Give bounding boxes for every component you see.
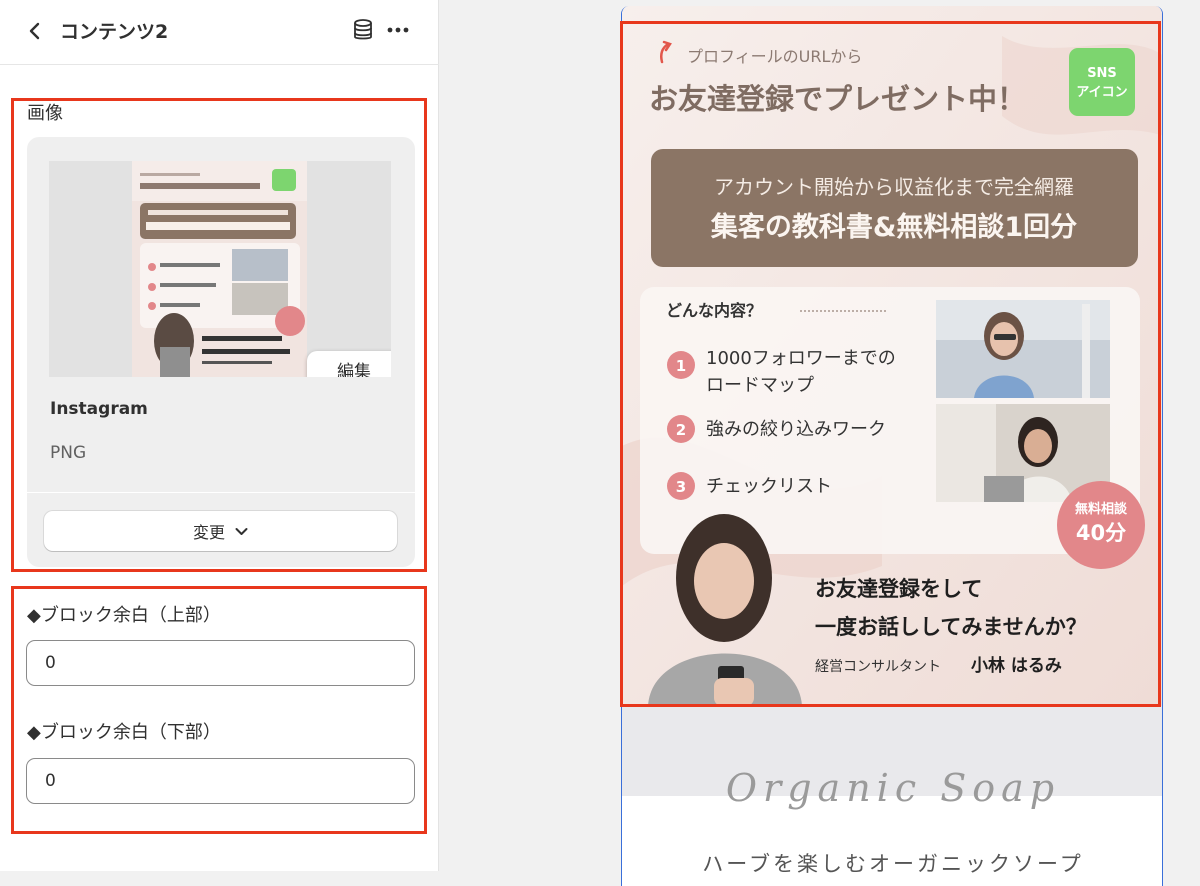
database-button[interactable] (350, 16, 376, 44)
image-file-name: Instagram (50, 399, 148, 419)
cta-line1: お友達登録をして (815, 577, 982, 601)
organic-soap-subtitle: ハーブを楽しむオーガニックソープ (702, 852, 1084, 876)
margin-top-label: ◆ブロック余白（上部） (27, 605, 221, 626)
image-thumbnail[interactable]: 編集 (49, 161, 391, 377)
item-1-number: 1 (676, 357, 686, 375)
edit-image-button[interactable]: 編集 (307, 351, 391, 377)
edit-label: 編集 (337, 361, 371, 378)
more-actions-button[interactable] (384, 16, 412, 44)
organic-soap-title: Organic Soap (725, 766, 1061, 810)
offer-box (651, 149, 1138, 267)
database-icon (354, 19, 372, 40)
chevron-down-icon (235, 527, 248, 535)
sns-line1: SNS (1087, 66, 1117, 81)
margin-top-input[interactable] (26, 640, 415, 686)
margin-bottom-label: ◆ブロック余白（下部） (27, 722, 221, 743)
pencil-icon (390, 351, 391, 369)
banner-headline: お友達登録でプレゼント中！ (649, 82, 1026, 116)
image-file-type: PNG (50, 443, 87, 463)
offer-line2: 集客の教科書&無料相談1回分 (710, 211, 1077, 243)
chevron-left-icon (29, 22, 40, 40)
item-1-line1: 1000フォロワーまでの (706, 348, 896, 369)
banner-subtitle: プロフィールのURLから (687, 47, 862, 66)
back-button[interactable] (22, 18, 48, 44)
item-3-number: 3 (676, 478, 686, 496)
signature-name: 小林 はるみ (971, 655, 1062, 676)
badge-line1: 無料相談 (1075, 501, 1128, 517)
margin-bottom-input[interactable] (26, 758, 415, 804)
block-margin-section: ◆ブロック余白（上部） ◆ブロック余白（下部） (11, 586, 427, 834)
offer-line1: アカウント開始から収益化まで完全網羅 (714, 175, 1074, 199)
item-1-line2: ロードマップ (706, 375, 814, 396)
item-2-number: 2 (676, 421, 686, 439)
ellipsis-icon (387, 27, 409, 33)
badge-line2: 40分 (1076, 521, 1126, 545)
card-divider (27, 492, 415, 493)
change-image-button[interactable]: 変更 (44, 511, 397, 551)
image-card: 編集 Instagram PNG 変更 (27, 137, 415, 567)
image-label: 画像 (27, 103, 63, 124)
sns-line2: アイコン (1076, 85, 1127, 100)
page-title: コンテンツ2 (60, 21, 169, 43)
change-label: 変更 (192, 523, 225, 542)
signature-role: 経営コンサルタント (815, 659, 941, 675)
item-3-line1: チェックリスト (706, 476, 832, 497)
panel-header: コンテンツ2 (0, 0, 439, 65)
banner-image[interactable]: プロフィールのURLから お友達登録でプレゼント中！ SNS アイコン アカウン… (622, 6, 1163, 706)
sns-icon (1069, 48, 1135, 116)
store-preview: プロフィールのURLから お友達登録でプレゼント中！ SNS アイコン アカウン… (621, 6, 1163, 886)
thumbnail-preview (132, 161, 307, 377)
contents-label: どんな内容？ (666, 301, 762, 320)
item-2-line1: 強みの絞り込みワーク (706, 419, 886, 440)
settings-panel: コンテンツ2 画像 編集 Instagram PNG 変更 ◆ブロック余白（上部… (0, 0, 439, 871)
image-section: 画像 編集 Instagram PNG 変更 (11, 98, 427, 572)
cta-line2: 一度お話ししてみませんか？ (815, 615, 1087, 639)
